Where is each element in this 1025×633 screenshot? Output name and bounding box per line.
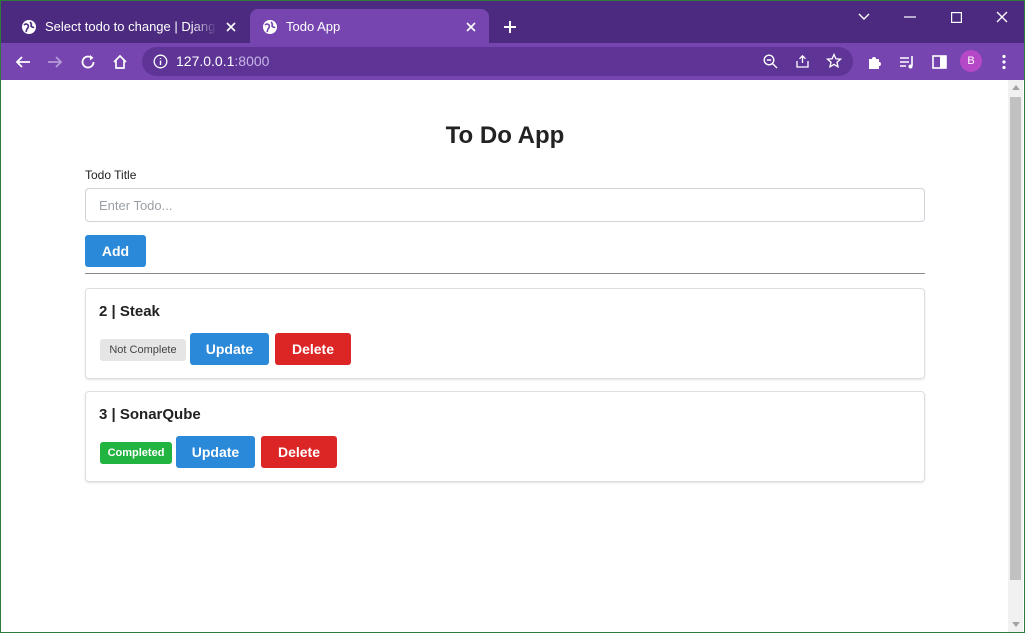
page-viewport: To Do App Todo Title Add 2 | Steak Not C… xyxy=(0,80,1025,633)
home-button[interactable] xyxy=(108,50,132,74)
scrollbar-thumb[interactable] xyxy=(1010,97,1021,580)
zoom-out-icon[interactable] xyxy=(763,54,778,69)
profile-avatar[interactable]: B xyxy=(960,50,982,72)
tab-search-button[interactable] xyxy=(841,7,887,27)
update-button[interactable]: Update xyxy=(176,436,255,468)
side-panel-icon xyxy=(931,55,947,69)
side-panel-button[interactable] xyxy=(927,50,951,74)
reload-icon xyxy=(81,55,95,69)
close-icon xyxy=(996,11,1008,23)
todo-card: 3 | SonarQube Completed Update Delete xyxy=(85,391,925,482)
close-icon[interactable] xyxy=(463,19,479,35)
arrow-right-icon xyxy=(48,56,63,68)
globe-icon xyxy=(263,19,277,34)
update-button[interactable]: Update xyxy=(190,333,269,365)
vertical-scrollbar[interactable] xyxy=(1008,80,1023,632)
delete-button[interactable]: Delete xyxy=(275,333,351,365)
status-badge: Not Complete xyxy=(100,339,186,361)
todo-title-input[interactable] xyxy=(85,188,925,222)
share-icon[interactable] xyxy=(795,54,810,69)
minimize-button[interactable] xyxy=(887,7,933,27)
todo-card: 2 | Steak Not Complete Update Delete xyxy=(85,288,925,379)
more-vert-icon xyxy=(1002,54,1006,70)
new-tab-button[interactable] xyxy=(499,16,521,38)
star-icon[interactable] xyxy=(826,53,842,69)
url-text: 127.0.0.1:8000 xyxy=(176,53,269,69)
tab-title: Select todo to change | Django site admi… xyxy=(45,19,217,34)
browser-titlebar: Select todo to change | Django site admi… xyxy=(0,0,1025,44)
arrow-left-icon xyxy=(15,56,30,68)
home-icon xyxy=(113,54,127,69)
forward-button[interactable] xyxy=(43,50,67,74)
chevron-down-icon xyxy=(858,13,870,20)
menu-button[interactable] xyxy=(992,50,1016,74)
browser-toolbar: 127.0.0.1:8000 B xyxy=(0,43,1025,80)
page-title: To Do App xyxy=(445,122,565,149)
maximize-button[interactable] xyxy=(933,7,979,27)
url-port: :8000 xyxy=(234,53,270,69)
address-bar[interactable]: 127.0.0.1:8000 xyxy=(142,47,853,76)
status-badge: Completed xyxy=(100,442,172,464)
todo-heading: 2 | Steak xyxy=(99,303,160,320)
playlist-icon xyxy=(899,56,913,69)
globe-icon xyxy=(22,19,36,34)
reading-list-button[interactable] xyxy=(895,50,919,74)
maximize-icon xyxy=(950,11,962,23)
extensions-button[interactable] xyxy=(863,50,887,74)
add-button[interactable]: Add xyxy=(85,235,146,267)
tab-django-admin[interactable]: Select todo to change | Django site admi… xyxy=(9,9,249,44)
back-button[interactable] xyxy=(11,50,35,74)
reload-button[interactable] xyxy=(76,50,100,74)
scroll-down-arrow[interactable] xyxy=(1012,622,1020,627)
plus-icon xyxy=(504,21,516,33)
tab-title: Todo App xyxy=(286,19,341,34)
close-icon[interactable] xyxy=(223,19,239,35)
minimize-icon xyxy=(904,16,916,18)
todo-title-label: Todo Title xyxy=(85,168,137,182)
scroll-up-arrow[interactable] xyxy=(1012,85,1020,90)
divider xyxy=(85,273,925,274)
tab-todo-app[interactable]: Todo App xyxy=(250,9,489,44)
todo-heading: 3 | SonarQube xyxy=(99,406,201,423)
delete-button[interactable]: Delete xyxy=(261,436,337,468)
puzzle-icon xyxy=(869,57,881,69)
url-host: 127.0.0.1 xyxy=(176,53,235,69)
info-icon[interactable] xyxy=(153,54,168,69)
close-window-button[interactable] xyxy=(979,7,1025,27)
